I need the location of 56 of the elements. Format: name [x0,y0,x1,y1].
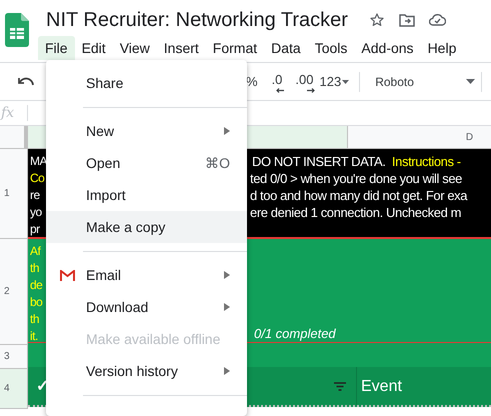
cell-text: DO NOT INSERT DATA. [252,153,386,170]
cell-text: yo [30,204,42,221]
cell-text: th [30,260,40,277]
menu-item[interactable]: Import [46,179,247,211]
cell-text: ere denied 1 connection. Unchecked m [250,204,462,221]
completion-text: 0/1 completed [254,325,336,342]
row-header[interactable]: 2 [0,239,28,345]
column-header[interactable]: D [348,126,491,148]
cell-text: pr [30,221,40,237]
number-format-button[interactable]: 123 [319,72,350,92]
menu-item[interactable]: Share [46,67,247,99]
cell-text: Co [30,170,44,187]
undo-icon[interactable] [18,76,34,86]
formula-label: fx [1,104,14,122]
row-header[interactable]: 3 [0,345,28,369]
menu-item[interactable]: Data [264,36,308,60]
menu-item[interactable]: Edit [74,36,113,60]
menu-item[interactable]: Download [46,291,247,323]
menu-item[interactable]: View [112,36,157,60]
cell-text: Af [30,243,40,260]
caret-icon [466,79,476,84]
menu-item[interactable]: File [38,36,75,60]
mail-icon [60,270,75,281]
sheets-logo-icon[interactable] [5,13,29,47]
filter-icon[interactable] [334,382,346,390]
cell-text: th [30,311,40,328]
font-dropdown[interactable]: Roboto [375,72,476,90]
row-header[interactable]: 4 [0,369,28,409]
menu-item[interactable]: Email [46,259,247,291]
cell-text: de [30,277,42,294]
decrease-decimals-button[interactable]: .0 [272,70,282,94]
menu-item[interactable]: Help [420,36,464,60]
row-header[interactable]: 1 [0,149,28,239]
menu-item[interactable]: Add-ons [354,36,421,60]
cell-text: bo [30,294,42,311]
menu-item[interactable]: New [46,115,247,147]
left-arrow-icon [276,88,284,94]
increase-decimals-button[interactable]: .00 [295,70,314,94]
cell-text: re [30,187,40,204]
caret-icon [342,80,350,84]
menu-item[interactable]: Insert [156,36,206,60]
folder-icon[interactable] [398,13,415,27]
star-icon[interactable] [368,12,385,28]
cell-text: it. [30,328,38,345]
cell-text: ted 0/0 > when you're done you will see [250,170,462,187]
document-title[interactable]: NIT Recruiter: Networking Tracker [46,10,348,30]
shortcut-text: ⌘O [205,154,230,172]
menu-item[interactable]: Open ⌘O [46,147,247,179]
menu-item[interactable]: Tools [308,36,354,60]
cell-text: d too and how many did not get. For exa [250,187,468,204]
cloud-icon[interactable] [428,14,446,26]
column-title: Event [361,378,402,394]
right-arrow-icon [307,88,316,94]
menu-item[interactable]: Make a copy [46,211,247,243]
cell-text: Instructions - [392,153,461,170]
menu-item[interactable]: Format [206,36,264,60]
